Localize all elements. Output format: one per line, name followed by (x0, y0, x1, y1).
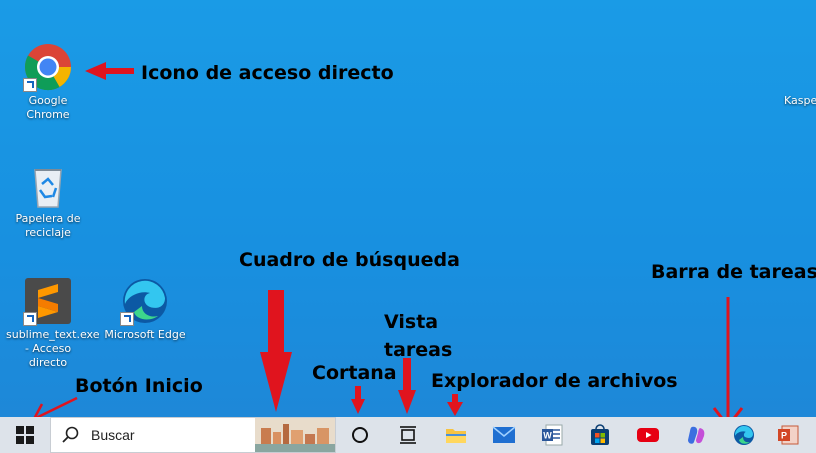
copilot-icon (688, 426, 705, 444)
cortana-icon (352, 427, 368, 443)
desktop-icon-chrome[interactable]: Google Chrome (6, 42, 90, 122)
kaspersky-icon (801, 42, 816, 92)
word-button[interactable]: W (528, 417, 576, 453)
store-icon (591, 424, 609, 445)
edge-icon (734, 425, 754, 445)
search-placeholder: Buscar (91, 427, 135, 443)
search-box[interactable]: Buscar (50, 417, 336, 453)
svg-text:P: P (781, 431, 787, 441)
task-view-icon (400, 426, 416, 444)
sublime-text-icon (23, 276, 73, 326)
task-view-button[interactable] (384, 417, 432, 453)
desktop-icon-kaspersky[interactable]: Kaspe (781, 42, 816, 108)
annotation-task-view-line2: tareas (384, 339, 453, 361)
windows-logo-icon (16, 426, 34, 444)
word-icon: W (542, 424, 563, 446)
edge-taskbar-button[interactable] (720, 417, 768, 453)
annotation-taskbar: Barra de tareas (651, 261, 816, 283)
mail-icon (492, 426, 516, 443)
file-explorer-button[interactable] (432, 417, 480, 453)
annotation-cortana: Cortana (312, 362, 397, 384)
search-icon (62, 426, 79, 443)
mail-button[interactable] (480, 417, 528, 453)
shortcut-overlay-icon (120, 312, 134, 326)
search-highlight-image-icon (255, 418, 335, 452)
desktop-icon-label: Microsoft Edge (104, 328, 186, 341)
recycle-bin-icon (23, 160, 73, 210)
taskbar: Buscar W P (0, 417, 816, 453)
desktop-icon-label: sublime_text.exe - Acceso directo (6, 328, 100, 369)
chrome-icon (23, 42, 73, 92)
annotation-task-view-line1: Vista (384, 311, 439, 333)
annotation-shortcut-icon: Icono de acceso directo (141, 62, 394, 84)
shortcut-overlay-icon (23, 78, 37, 92)
copilot-button[interactable] (672, 417, 720, 453)
desktop-icon-sublime[interactable]: sublime_text.exe - Acceso directo (6, 276, 100, 370)
powerpoint-icon: P (778, 425, 799, 445)
edge-icon (120, 276, 170, 326)
desktop: Google Chrome Papelera de reciclaje subl… (0, 0, 816, 417)
start-button[interactable] (0, 417, 50, 453)
annotation-file-explorer: Explorador de archivos (431, 370, 678, 392)
desktop-icon-recycle-bin[interactable]: Papelera de reciclaje (6, 160, 90, 240)
youtube-icon (637, 428, 659, 442)
file-explorer-icon (446, 429, 466, 443)
youtube-button[interactable] (624, 417, 672, 453)
annotation-search-box: Cuadro de búsqueda (239, 249, 460, 271)
desktop-icon-edge[interactable]: Microsoft Edge (103, 276, 187, 342)
annotation-start-button: Botón Inicio (75, 375, 203, 397)
cortana-button[interactable] (336, 417, 384, 453)
desktop-icon-label: Kaspe (784, 94, 816, 107)
shortcut-overlay-icon (23, 312, 37, 326)
store-button[interactable] (576, 417, 624, 453)
svg-text:W: W (543, 431, 552, 441)
powerpoint-button[interactable]: P (768, 417, 808, 453)
desktop-icon-label: Google Chrome (26, 94, 70, 121)
desktop-icon-label: Papelera de reciclaje (15, 212, 81, 239)
